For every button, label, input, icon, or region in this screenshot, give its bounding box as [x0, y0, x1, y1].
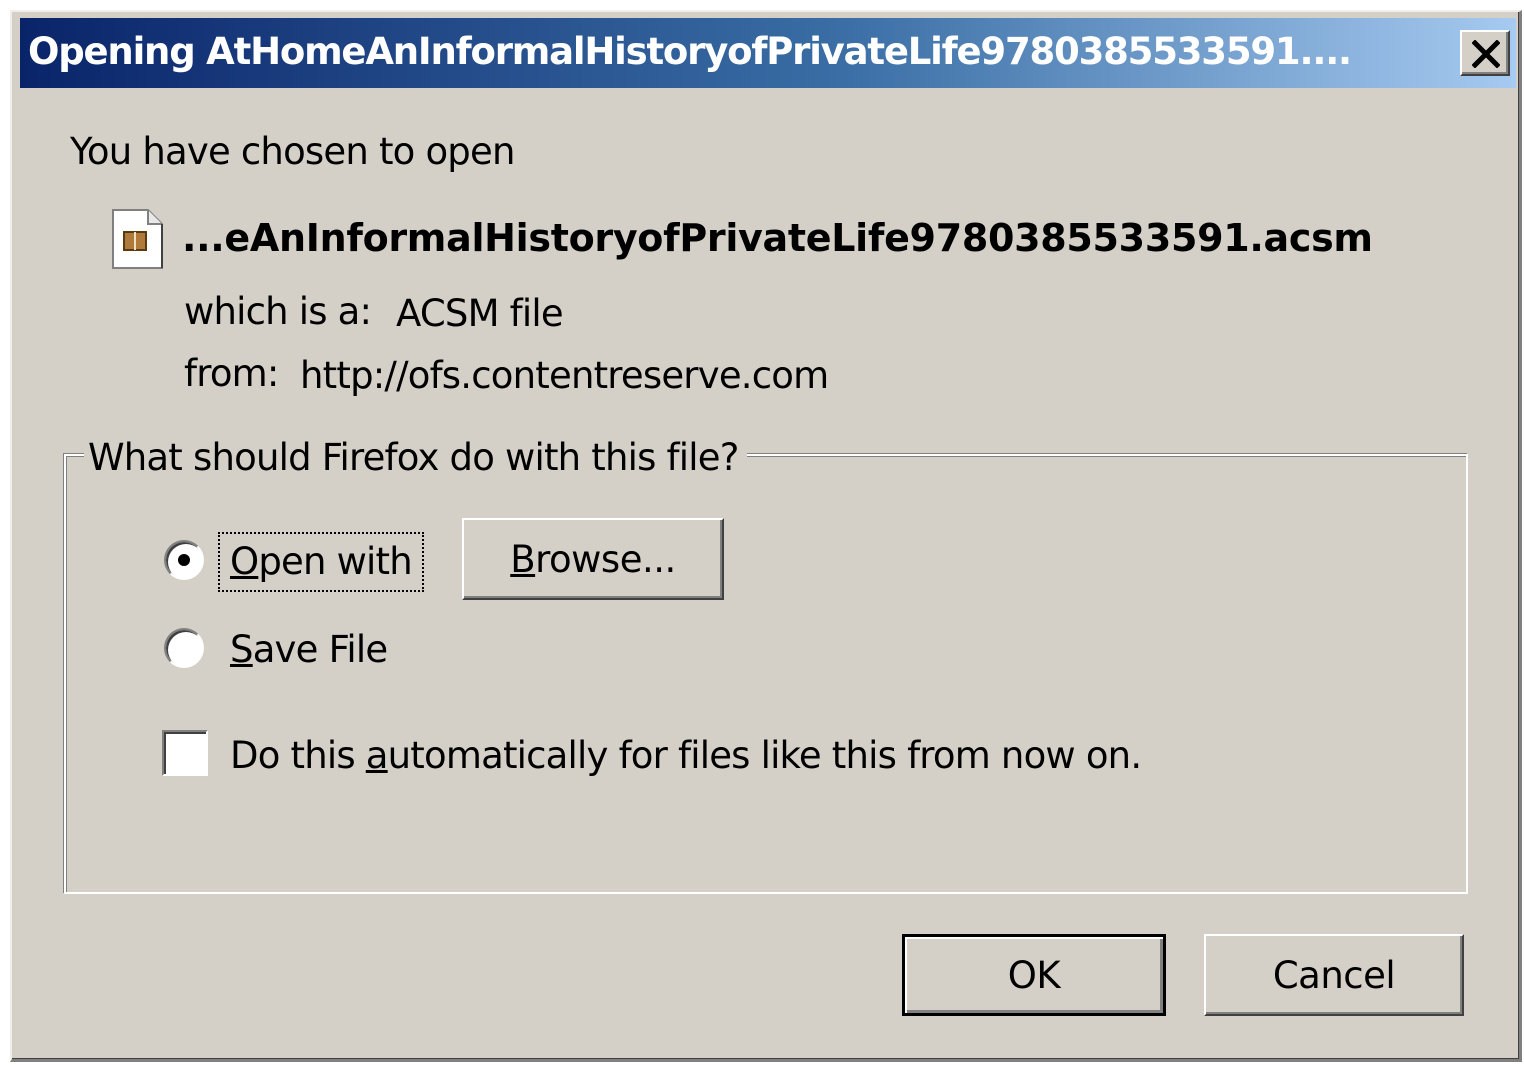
- auto-action-label[interactable]: Do this automatically for files like thi…: [230, 734, 1142, 777]
- cancel-button-label: Cancel: [1272, 953, 1396, 997]
- dialog-title: Opening AtHomeAnInformalHistoryofPrivate…: [28, 30, 1352, 73]
- radio-selected-dot: [178, 554, 190, 566]
- open-with-label-text: pen with: [258, 540, 412, 583]
- save-file-radio[interactable]: [164, 628, 204, 668]
- save-file-mnemonic: S: [230, 628, 253, 671]
- open-with-mnemonic: O: [230, 540, 259, 583]
- file-icon: [112, 209, 163, 269]
- cancel-button[interactable]: Cancel: [1204, 934, 1464, 1016]
- auto-action-checkbox[interactable]: [162, 730, 208, 776]
- browse-button-label: Browse...: [510, 537, 676, 581]
- ok-button-label: OK: [1007, 953, 1061, 997]
- file-source-url: http://ofs.contentreserve.com: [300, 354, 829, 397]
- open-with-label[interactable]: Open with: [230, 540, 413, 583]
- file-name: ...eAnInformalHistoryofPrivateLife978038…: [182, 216, 1373, 260]
- file-type-value: ACSM file: [396, 292, 564, 335]
- file-type-label: which is a:: [184, 290, 372, 333]
- close-icon: [1472, 40, 1500, 68]
- ok-button[interactable]: OK: [902, 934, 1166, 1016]
- chosen-to-open-label: You have chosen to open: [70, 130, 515, 173]
- file-open-dialog: Opening AtHomeAnInformalHistoryofPrivate…: [10, 10, 1522, 1062]
- save-file-label-text: ave File: [252, 628, 388, 671]
- action-groupbox: [64, 454, 1468, 894]
- save-file-label[interactable]: Save File: [230, 628, 388, 671]
- title-bar[interactable]: Opening AtHomeAnInformalHistoryofPrivate…: [20, 18, 1516, 88]
- browse-button[interactable]: Browse...: [462, 518, 724, 600]
- file-source-label: from:: [184, 352, 279, 395]
- action-group-legend: What should Firefox do with this file?: [84, 436, 747, 479]
- open-with-radio[interactable]: [164, 540, 204, 580]
- close-button[interactable]: [1460, 30, 1510, 76]
